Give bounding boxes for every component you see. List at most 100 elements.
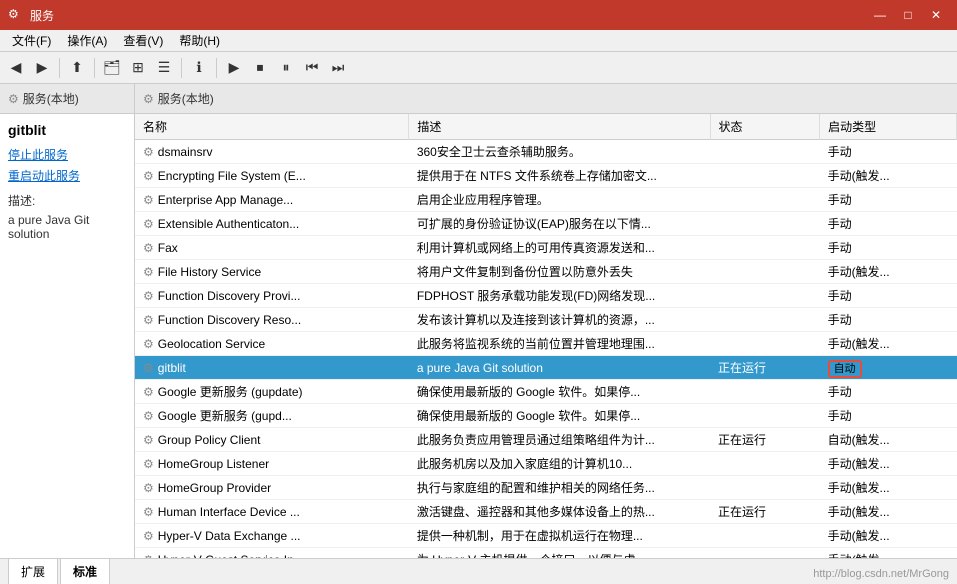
menu-bar: 文件(F) 操作(A) 查看(V) 帮助(H) bbox=[0, 30, 957, 52]
services-table[interactable]: 名称 描述 状态 启动类型 ⚙dsmainsrv360安全卫士云查杀辅助服务。手… bbox=[135, 114, 957, 558]
tab-standard[interactable]: 标准 bbox=[60, 558, 110, 584]
table-row[interactable]: ⚙Function Discovery Provi...FDPHOST 服务承载… bbox=[135, 284, 957, 308]
service-name-text: HomeGroup Provider bbox=[158, 481, 271, 495]
toolbar-sep-3 bbox=[181, 58, 182, 78]
service-name-cell: ⚙gitblit bbox=[135, 356, 409, 380]
service-name-text: File History Service bbox=[158, 265, 261, 279]
menu-view[interactable]: 查看(V) bbox=[115, 30, 171, 51]
service-icon: ⚙ bbox=[143, 289, 154, 303]
service-status-cell bbox=[710, 188, 820, 212]
service-starttype-cell: 手动 bbox=[820, 236, 957, 260]
service-name-cell: ⚙Extensible Authenticaton... bbox=[135, 212, 409, 236]
menu-action[interactable]: 操作(A) bbox=[59, 30, 115, 51]
table-row[interactable]: ⚙Encrypting File System (E...提供用于在 NTFS … bbox=[135, 164, 957, 188]
menu-file[interactable]: 文件(F) bbox=[4, 30, 59, 51]
table-header-row: 名称 描述 状态 启动类型 bbox=[135, 114, 957, 140]
service-name-cell: ⚙dsmainsrv bbox=[135, 140, 409, 164]
table-row[interactable]: ⚙Fax利用计算机或网络上的可用传真资源发送和...手动 bbox=[135, 236, 957, 260]
show-hide-tree-button[interactable]: 🗂 bbox=[100, 56, 124, 80]
service-name-text: Hyper-V Data Exchange ... bbox=[158, 529, 301, 543]
title-bar: ⚙ 服务 — □ ✕ bbox=[0, 0, 957, 30]
service-name-cell: ⚙Hyper-V Guest Service In... bbox=[135, 548, 409, 559]
service-desc-cell: 为 Hyper-V 主机提供一个接口，以便与虚... bbox=[409, 548, 710, 559]
restart-service-button[interactable]: ⏮ bbox=[300, 56, 324, 80]
service-name-cell: ⚙Enterprise App Manage... bbox=[135, 188, 409, 212]
table-row[interactable]: ⚙Enterprise App Manage...启用企业应用程序管理。手动 bbox=[135, 188, 957, 212]
service-icon: ⚙ bbox=[143, 265, 154, 279]
column-name[interactable]: 名称 bbox=[135, 114, 409, 140]
service-name-text: HomeGroup Listener bbox=[158, 457, 269, 471]
resume-service-button[interactable]: ⏭ bbox=[326, 56, 350, 80]
service-desc-cell: 将用户文件复制到备份位置以防意外丢失 bbox=[409, 260, 710, 284]
back-button[interactable]: ◀ bbox=[4, 56, 28, 80]
service-icon: ⚙ bbox=[143, 361, 154, 375]
service-starttype-cell: 手动 bbox=[820, 308, 957, 332]
properties-button[interactable]: ℹ bbox=[187, 56, 211, 80]
toolbar-sep-4 bbox=[216, 58, 217, 78]
service-status-cell bbox=[710, 140, 820, 164]
start-service-button[interactable]: ▶ bbox=[222, 56, 246, 80]
menu-help[interactable]: 帮助(H) bbox=[171, 30, 228, 51]
up-button[interactable]: ⬆ bbox=[65, 56, 89, 80]
title-bar-controls: — □ ✕ bbox=[867, 5, 949, 25]
service-starttype-cell: 手动 bbox=[820, 404, 957, 428]
tab-extended[interactable]: 扩展 bbox=[8, 558, 58, 584]
service-name-text: Human Interface Device ... bbox=[158, 505, 300, 519]
table-row[interactable]: ⚙gitblita pure Java Git solution正在运行自动 bbox=[135, 356, 957, 380]
table-row[interactable]: ⚙Geolocation Service此服务将监视系统的当前位置并管理地理围.… bbox=[135, 332, 957, 356]
table-row[interactable]: ⚙dsmainsrv360安全卫士云查杀辅助服务。手动 bbox=[135, 140, 957, 164]
table-row[interactable]: ⚙HomeGroup Provider执行与家庭组的配置和维护相关的网络任务..… bbox=[135, 476, 957, 500]
right-panel-header-icon: ⚙ bbox=[143, 92, 154, 106]
restart-service-link[interactable]: 重启动此服务 bbox=[8, 167, 126, 184]
right-panel-header-text: 服务(本地) bbox=[158, 90, 214, 107]
table-row[interactable]: ⚙Hyper-V Data Exchange ...提供一种机制，用于在虚拟机运… bbox=[135, 524, 957, 548]
table-row[interactable]: ⚙Google 更新服务 (gupd...确保使用最新版的 Google 软件。… bbox=[135, 404, 957, 428]
service-icon: ⚙ bbox=[143, 169, 154, 183]
column-status[interactable]: 状态 bbox=[710, 114, 820, 140]
close-button[interactable]: ✕ bbox=[923, 5, 949, 25]
table-row[interactable]: ⚙Group Policy Client此服务负责应用管理员通过组策略组件为计.… bbox=[135, 428, 957, 452]
service-name-text: dsmainsrv bbox=[158, 145, 213, 159]
table-row[interactable]: ⚙Hyper-V Guest Service In...为 Hyper-V 主机… bbox=[135, 548, 957, 559]
service-starttype-cell: 手动(触发... bbox=[820, 332, 957, 356]
table-row[interactable]: ⚙Google 更新服务 (gupdate)确保使用最新版的 Google 软件… bbox=[135, 380, 957, 404]
list-view-button[interactable]: ☰ bbox=[152, 56, 176, 80]
grid-view-button[interactable]: ⊞ bbox=[126, 56, 150, 80]
service-status-cell bbox=[710, 548, 820, 559]
service-status-cell bbox=[710, 164, 820, 188]
service-starttype-cell: 手动(触发... bbox=[820, 164, 957, 188]
table-row[interactable]: ⚙Extensible Authenticaton...可扩展的身份验证协议(E… bbox=[135, 212, 957, 236]
left-panel-title: gitblit bbox=[8, 122, 126, 138]
service-name-text: Extensible Authenticaton... bbox=[158, 217, 299, 231]
stop-service-link[interactable]: 停止此服务 bbox=[8, 146, 126, 163]
table-row[interactable]: ⚙HomeGroup Listener此服务机房以及加入家庭组的计算机10...… bbox=[135, 452, 957, 476]
app-icon: ⚙ bbox=[8, 7, 24, 23]
stop-service-button[interactable]: ⏹ bbox=[248, 56, 272, 80]
table-row[interactable]: ⚙Human Interface Device ...激活键盘、遥控器和其他多媒… bbox=[135, 500, 957, 524]
left-panel-header: ⚙ 服务(本地) bbox=[0, 84, 134, 114]
forward-button[interactable]: ▶ bbox=[30, 56, 54, 80]
toolbar-sep-1 bbox=[59, 58, 60, 78]
minimize-button[interactable]: — bbox=[867, 5, 893, 25]
toolbar: ◀ ▶ ⬆ 🗂 ⊞ ☰ ℹ ▶ ⏹ ⏸ ⏮ ⏭ bbox=[0, 52, 957, 84]
service-starttype-cell: 手动(触发... bbox=[820, 452, 957, 476]
service-desc-cell: 此服务将监视系统的当前位置并管理地理围... bbox=[409, 332, 710, 356]
starttype-badge: 自动 bbox=[828, 360, 862, 378]
service-icon: ⚙ bbox=[143, 241, 154, 255]
service-status-cell: 正在运行 bbox=[710, 500, 820, 524]
maximize-button[interactable]: □ bbox=[895, 5, 921, 25]
left-panel: ⚙ 服务(本地) gitblit 停止此服务 重启动此服务 描述: a pure… bbox=[0, 84, 135, 558]
service-status-cell bbox=[710, 476, 820, 500]
table-row[interactable]: ⚙File History Service将用户文件复制到备份位置以防意外丢失手… bbox=[135, 260, 957, 284]
service-name-cell: ⚙ File History Service bbox=[135, 260, 409, 284]
service-icon: ⚙ bbox=[143, 409, 154, 423]
service-icon: ⚙ bbox=[143, 481, 154, 495]
description-text: a pure Java Git solution bbox=[8, 213, 126, 241]
toolbar-sep-2 bbox=[94, 58, 95, 78]
table-row[interactable]: ⚙Function Discovery Reso...发布该计算机以及连接到该计… bbox=[135, 308, 957, 332]
pause-service-button[interactable]: ⏸ bbox=[274, 56, 298, 80]
service-name-text: Function Discovery Reso... bbox=[158, 313, 301, 327]
column-starttype[interactable]: 启动类型 bbox=[820, 114, 957, 140]
service-name-cell: ⚙Function Discovery Provi... bbox=[135, 284, 409, 308]
column-desc[interactable]: 描述 bbox=[409, 114, 710, 140]
